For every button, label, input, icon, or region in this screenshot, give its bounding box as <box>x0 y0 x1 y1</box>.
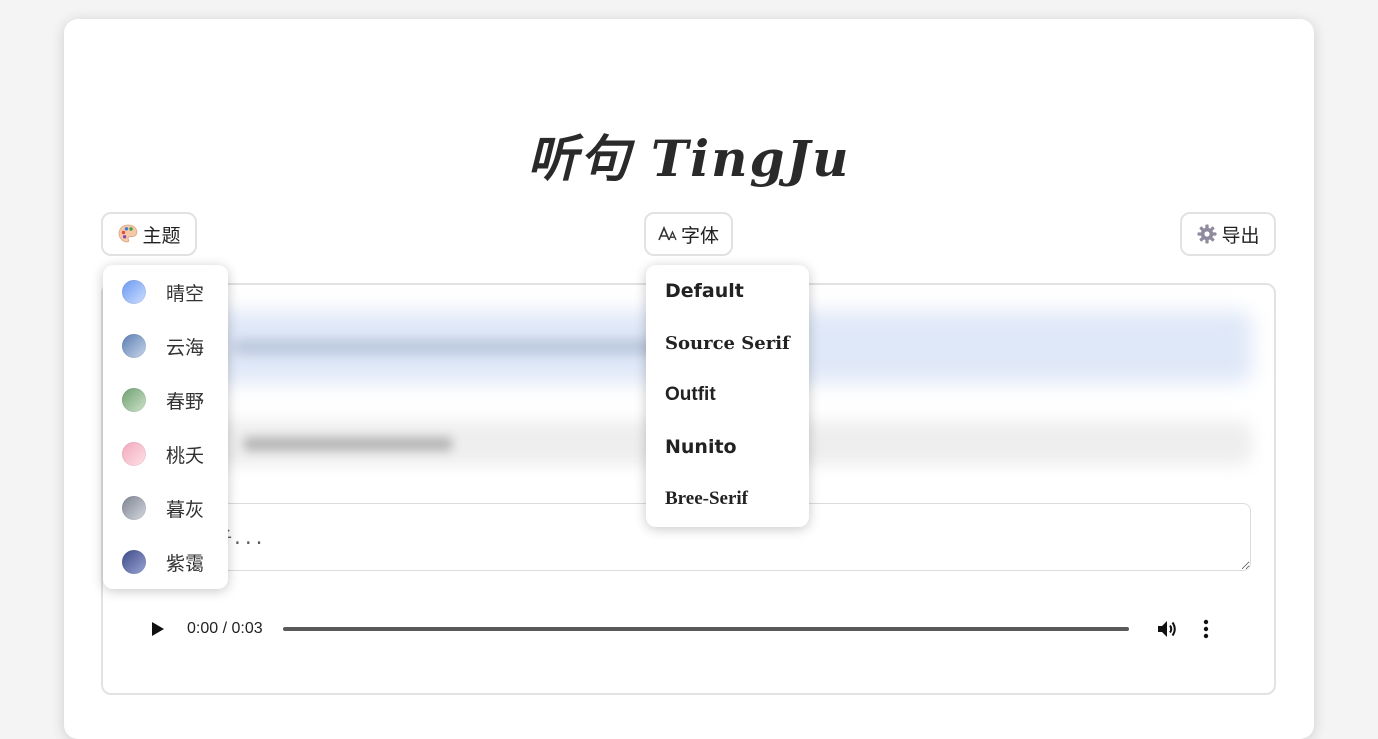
theme-label: 晴空 <box>166 282 205 305</box>
font-menu: Default Source Serif Outfit Nunito Bree-… <box>646 265 809 527</box>
theme-swatch <box>122 334 146 358</box>
theme-swatch <box>122 442 146 466</box>
font-item-default[interactable]: Default <box>646 265 809 317</box>
volume-icon[interactable] <box>1157 619 1179 639</box>
blurred-translation-text <box>243 437 453 451</box>
theme-label: 紫霭 <box>166 552 205 575</box>
font-button[interactable]: 字体 <box>644 212 733 256</box>
theme-item-yunhai[interactable]: 云海 <box>103 319 228 373</box>
theme-label: 桃夭 <box>166 444 205 467</box>
theme-item-ziai[interactable]: 紫霭 <box>103 535 228 589</box>
play-icon[interactable] <box>151 621 179 637</box>
theme-item-taoyao[interactable]: 桃夭 <box>103 427 228 481</box>
theme-swatch <box>122 496 146 520</box>
theme-swatch <box>122 550 146 574</box>
app-title: 听句 TingJu <box>527 129 851 188</box>
palette-icon <box>117 223 139 245</box>
font-button-label: 字体 <box>680 224 719 247</box>
theme-swatch <box>122 388 146 412</box>
audio-player: 0:00 / 0:03 <box>133 609 1243 649</box>
theme-label: 春野 <box>166 390 205 413</box>
gear-icon <box>1196 223 1218 245</box>
export-button[interactable]: 导出 <box>1180 212 1276 256</box>
font-item-source-serif[interactable]: Source Serif <box>646 317 809 369</box>
font-item-nunito[interactable]: Nunito <box>646 421 809 473</box>
audio-progress-bar[interactable] <box>282 627 1129 631</box>
more-options-icon[interactable] <box>1203 619 1209 639</box>
theme-label: 暮灰 <box>166 498 205 521</box>
audio-time: 0:00 / 0:03 <box>187 620 263 637</box>
theme-item-muhui[interactable]: 暮灰 <box>103 481 228 535</box>
font-item-outfit[interactable]: Outfit <box>646 369 809 421</box>
font-item-bree-serif[interactable]: Bree-Serif <box>646 473 809 525</box>
theme-label: 云海 <box>166 336 205 359</box>
theme-item-chunye[interactable]: 春野 <box>103 373 228 427</box>
theme-menu: 晴空 云海 春野 桃夭 暮灰 紫霭 <box>103 265 228 589</box>
export-button-label: 导出 <box>1221 224 1260 247</box>
theme-item-qingkong[interactable]: 晴空 <box>103 265 228 319</box>
theme-swatch <box>122 280 146 304</box>
theme-button-label: 主题 <box>142 224 181 247</box>
font-size-icon <box>658 226 678 242</box>
theme-button[interactable]: 主题 <box>101 212 197 256</box>
